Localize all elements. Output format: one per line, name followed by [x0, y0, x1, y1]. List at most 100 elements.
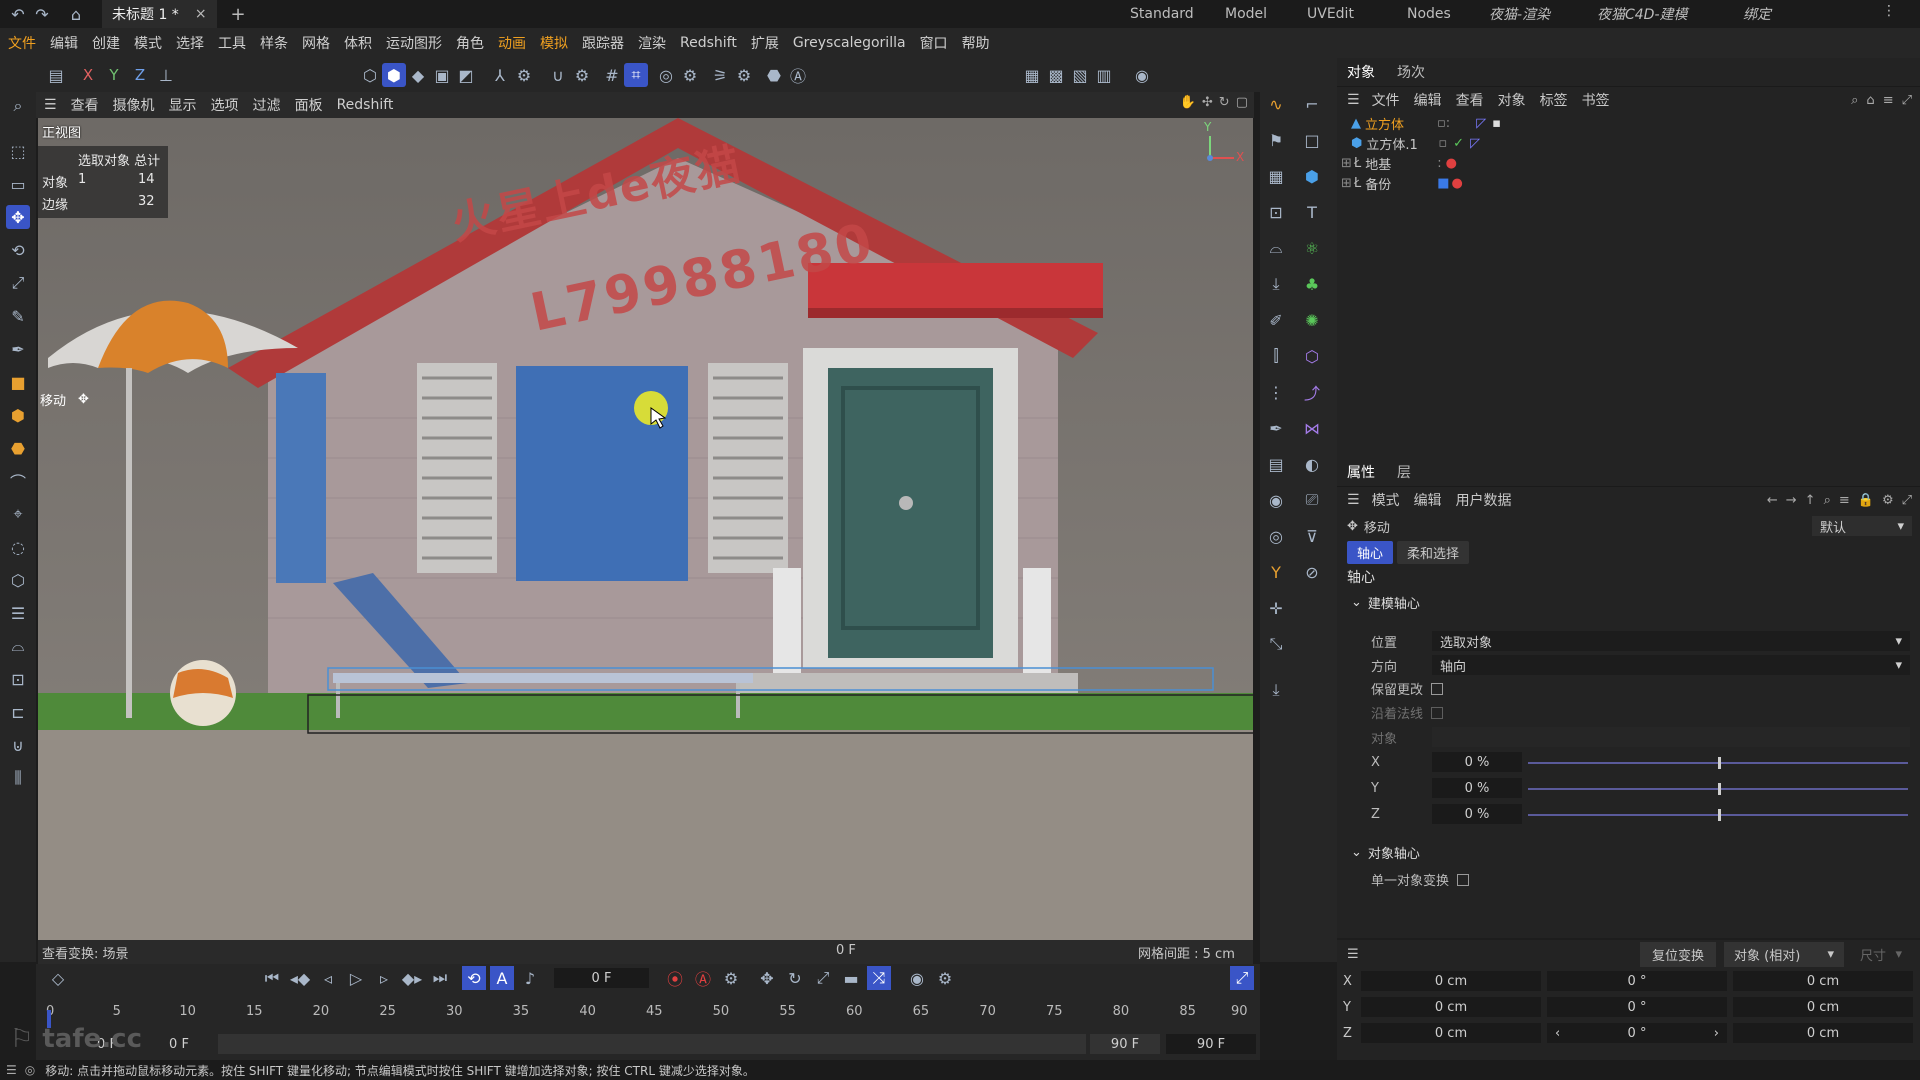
cloner-icon[interactable]: ⚛ [1300, 236, 1324, 260]
grid-snap-icon[interactable]: # [600, 63, 624, 87]
subdivide-icon[interactable]: ☰ [6, 601, 30, 625]
viewport-menu-redshift[interactable]: Redshift [337, 97, 394, 113]
menu-mode[interactable]: 模式 [134, 33, 162, 53]
bridge-icon[interactable]: ⊏ [6, 700, 30, 724]
visibility-icon[interactable]: ▫ [1438, 136, 1447, 151]
subtab-pivot[interactable]: 轴心 [1347, 540, 1394, 564]
attr-menu-userdata[interactable]: 用户数据 [1456, 490, 1512, 510]
key-position-icon[interactable]: ✥ [755, 966, 779, 990]
text-icon[interactable]: T [1300, 200, 1324, 224]
grid-icon[interactable]: ▦ [1264, 164, 1288, 188]
motion-settings-icon[interactable]: ⚙ [933, 966, 957, 990]
menu-create[interactable]: 创建 [92, 33, 120, 53]
coord-menu-icon[interactable]: ☰ [1347, 947, 1359, 962]
slide-icon[interactable]: ⫼ [6, 766, 30, 790]
soft-selection-settings-icon[interactable]: ⚙ [678, 63, 702, 87]
viewport[interactable]: 火星上de夜猫 L79988180 Y X 正视图 选取对象 总计 对象 1 1… [38, 118, 1253, 964]
symmetry-settings-icon[interactable]: ⚙ [732, 63, 756, 87]
subtab-soft-selection[interactable]: 柔和选择 [1397, 540, 1470, 564]
rot-z-increment-icon[interactable]: › [1714, 1026, 1719, 1041]
camera2-icon[interactable]: ⎚ [1300, 488, 1324, 512]
extrude-icon[interactable]: ⬡ [6, 568, 30, 592]
up-arrow-icon[interactable]: ↑ [1805, 493, 1816, 508]
coordinate-system-icon[interactable]: ⊥ [154, 63, 178, 87]
menu-mograph[interactable]: 运动图形 [386, 33, 442, 53]
menu-window[interactable]: 窗口 [920, 33, 948, 53]
camera-icon[interactable]: ⌖ [6, 502, 30, 526]
layout-rig[interactable]: 绑定 [1743, 4, 1803, 24]
hidden-dot-icon[interactable]: ● [1452, 176, 1463, 191]
axis-z-toggle[interactable]: Z [128, 63, 152, 87]
render-view-icon[interactable]: ▩ [1044, 63, 1068, 87]
axis-x-toggle[interactable]: X [76, 63, 100, 87]
environment-icon[interactable]: ◐ [1300, 452, 1324, 476]
object-search-icon[interactable]: ⌕ [1851, 93, 1858, 108]
layer-color-icon[interactable]: ■ [1437, 176, 1449, 191]
menu-render[interactable]: 渲染 [638, 33, 666, 53]
paint-icon[interactable]: ✒ [1264, 416, 1288, 440]
orbit-icon[interactable]: ↻ [1219, 95, 1230, 110]
tab-layers[interactable]: 层 [1397, 462, 1411, 482]
light2-icon[interactable]: ⊽ [1300, 524, 1324, 548]
play-icon[interactable]: ▷ [344, 966, 368, 990]
menu-file[interactable]: 文件 [8, 33, 36, 53]
mograph-icon[interactable]: ♣ [1300, 272, 1324, 296]
visibility-icon[interactable]: : [1437, 156, 1441, 171]
next-frame-icon[interactable]: ▹ [372, 966, 396, 990]
attr-filter-icon[interactable]: ≡ [1839, 493, 1850, 508]
key-settings-icon[interactable]: ⚙ [719, 966, 743, 990]
rotate-tool-icon[interactable]: ⟲ [6, 238, 30, 262]
menu-animate[interactable]: 动画 [498, 33, 526, 53]
menu-spline[interactable]: 样条 [260, 33, 288, 53]
goto-start-icon[interactable]: ⏮ [260, 966, 284, 990]
home-icon[interactable]: ⌂ [64, 2, 88, 26]
spline-icon[interactable]: ∿ [1264, 92, 1288, 116]
snap-settings-icon[interactable]: ⚙ [570, 63, 594, 87]
deformer-icon[interactable]: ⬣ [6, 436, 30, 460]
axis-mode-icon[interactable]: ⅄ [488, 63, 512, 87]
bend-icon[interactable]: ⤴ [1300, 380, 1324, 404]
forward-arrow-icon[interactable]: → [1786, 493, 1797, 508]
auto-key-icon[interactable]: Ⓐ [691, 966, 715, 990]
hidden-dot-icon[interactable]: ● [1446, 156, 1457, 171]
attr-menu-mode[interactable]: 模式 [1372, 490, 1400, 510]
redshift-ipr-icon[interactable]: ◉ [1130, 63, 1154, 87]
dolly-icon[interactable]: ✣ [1202, 95, 1213, 110]
object-row-cube1[interactable]: ⬢ 立方体.1 ▫ ✓ ◸ [1337, 133, 1920, 153]
play-mode-icon[interactable]: A [490, 966, 514, 990]
object-menu-edit[interactable]: 编辑 [1414, 90, 1442, 110]
joint-icon[interactable]: Y [1264, 560, 1288, 584]
checkmark-icon[interactable]: ✓ [1453, 136, 1464, 151]
keep-changes-checkbox[interactable] [1431, 682, 1444, 695]
object-menu-object[interactable]: 对象 [1498, 90, 1526, 110]
align-icon[interactable]: ⋮ [1264, 380, 1288, 404]
viewport-menu-options[interactable]: 选项 [211, 95, 239, 115]
size-mode-dropdown[interactable]: 尺寸 ▾ [1850, 942, 1912, 967]
group-modeling-pivot[interactable]: ⌄ 建模轴心 [1337, 591, 1920, 613]
attr-menu-icon[interactable]: ☰ [1347, 492, 1360, 508]
prev-frame-icon[interactable]: ◃ [316, 966, 340, 990]
render-settings-icon[interactable]: ▥ [1092, 63, 1116, 87]
close-icon[interactable]: × [195, 6, 207, 22]
y-slider-knob[interactable] [1718, 783, 1721, 795]
axis-y-toggle[interactable]: Y [102, 63, 126, 87]
viewport-menu-panel[interactable]: 面板 [295, 95, 323, 115]
end-frame-field[interactable]: 90 F [1166, 1034, 1256, 1054]
next-key-icon[interactable]: ◆▸ [400, 966, 424, 990]
points-mode-icon[interactable]: ⬡ [358, 63, 382, 87]
object-filter-icon[interactable]: ≡ [1883, 93, 1894, 108]
drop-icon[interactable]: ⤓ [1264, 272, 1288, 296]
soft-selection-icon[interactable]: ◎ [654, 63, 678, 87]
layout-model[interactable]: Model [1225, 6, 1307, 22]
cube-primitive-icon[interactable]: ■ [6, 370, 30, 394]
goto-end-icon[interactable]: ⏭ [428, 966, 452, 990]
pos-y-field[interactable]: 0 cm [1361, 997, 1541, 1017]
auto-icon[interactable]: Ⓐ [786, 63, 810, 87]
viewport-menu-view[interactable]: 查看 [71, 95, 99, 115]
grid2-icon[interactable]: ▤ [1264, 452, 1288, 476]
solo-icon[interactable]: ⬣ [762, 63, 786, 87]
layout-nodes[interactable]: Nodes [1407, 6, 1489, 22]
object-tool-icon[interactable]: ⌐ [1300, 92, 1324, 116]
menu-tools[interactable]: 工具 [218, 33, 246, 53]
viewport-menu-filter[interactable]: 过滤 [253, 95, 281, 115]
